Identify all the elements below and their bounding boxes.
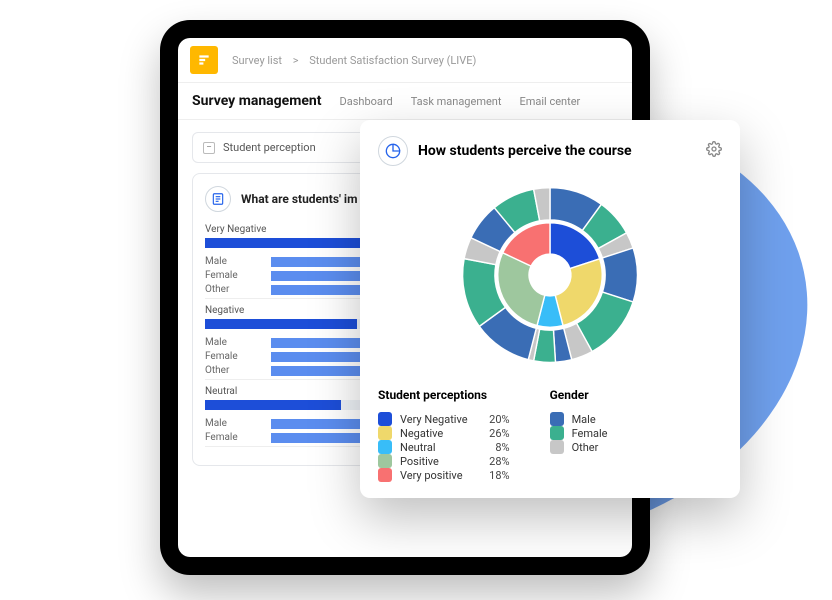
top-bar: Survey list > Student Satisfaction Surve… bbox=[178, 38, 632, 83]
legend-swatch bbox=[550, 412, 564, 426]
legend-row: Very Negative 20% bbox=[378, 412, 510, 426]
sunburst-chart bbox=[378, 180, 722, 370]
pie-chart-icon bbox=[385, 143, 401, 159]
section-title: Student perception bbox=[223, 141, 316, 154]
question-title: What are students' im bbox=[241, 192, 357, 206]
gear-icon bbox=[706, 141, 722, 157]
legend-swatch bbox=[378, 426, 392, 440]
tab-email-center[interactable]: Email center bbox=[519, 95, 580, 108]
legend-label: Negative bbox=[400, 427, 443, 440]
legend-pct: 18% bbox=[476, 469, 510, 482]
legend-label: Very Negative bbox=[400, 413, 468, 426]
chart-icon-wrap bbox=[378, 136, 408, 166]
legend-label: Female bbox=[572, 427, 608, 440]
popup-title: How students perceive the course bbox=[418, 143, 696, 159]
collapse-icon[interactable]: − bbox=[203, 142, 215, 154]
sub-label: Other bbox=[205, 365, 261, 376]
legend-swatch bbox=[378, 468, 392, 482]
settings-button[interactable] bbox=[706, 141, 722, 161]
breadcrumb-current[interactable]: Student Satisfaction Survey (LIVE) bbox=[309, 54, 476, 67]
sub-label: Female bbox=[205, 270, 261, 281]
legend-b-title: Gender bbox=[550, 388, 608, 402]
legend-row: Other bbox=[550, 440, 608, 454]
legend-row: Male bbox=[550, 412, 608, 426]
document-icon bbox=[211, 192, 225, 206]
breadcrumb[interactable]: Survey list > Student Satisfaction Surve… bbox=[228, 54, 480, 67]
sub-label: Male bbox=[205, 418, 261, 429]
legend-perceptions: Student perceptions Very Negative20%Nega… bbox=[378, 388, 510, 482]
sub-label: Male bbox=[205, 337, 261, 348]
page-title: Survey management bbox=[192, 93, 322, 109]
legend-row: Very positive 18% bbox=[378, 468, 510, 482]
legend-label: Male bbox=[572, 413, 596, 426]
legend-row: Negative 26% bbox=[378, 426, 510, 440]
question-icon bbox=[205, 186, 231, 212]
legend-swatch bbox=[378, 440, 392, 454]
legend-pct: 28% bbox=[476, 455, 510, 468]
legend-pct: 8% bbox=[476, 441, 510, 454]
tab-task-management[interactable]: Task management bbox=[411, 95, 502, 108]
legend-row: Positive 28% bbox=[378, 454, 510, 468]
legend-label: Neutral bbox=[400, 441, 436, 454]
tab-dashboard[interactable]: Dashboard bbox=[340, 95, 393, 108]
logo-icon bbox=[197, 53, 211, 67]
legend-swatch bbox=[550, 426, 564, 440]
legend-row: Female bbox=[550, 426, 608, 440]
legend-a-title: Student perceptions bbox=[378, 388, 510, 402]
sub-label: Female bbox=[205, 351, 261, 362]
sub-label: Male bbox=[205, 256, 261, 267]
legend-pct: 26% bbox=[476, 427, 510, 440]
legend-gender: Gender MaleFemaleOther bbox=[550, 388, 608, 482]
legend-label: Very positive bbox=[400, 469, 463, 482]
breadcrumb-sep: > bbox=[293, 54, 299, 67]
legend-pct: 20% bbox=[476, 413, 510, 426]
popup-header: How students perceive the course bbox=[378, 136, 722, 166]
sub-label: Other bbox=[205, 284, 261, 295]
legend-swatch bbox=[378, 454, 392, 468]
app-logo[interactable] bbox=[190, 46, 218, 74]
legend-swatch bbox=[550, 440, 564, 454]
breadcrumb-root[interactable]: Survey list bbox=[232, 54, 282, 67]
legend-label: Positive bbox=[400, 455, 439, 468]
legends: Student perceptions Very Negative20%Nega… bbox=[378, 388, 722, 482]
sunburst-svg bbox=[455, 180, 645, 370]
legend-row: Neutral 8% bbox=[378, 440, 510, 454]
legend-label: Other bbox=[572, 441, 599, 454]
legend-swatch bbox=[378, 412, 392, 426]
sub-label: Female bbox=[205, 432, 261, 443]
chart-popup: How students perceive the course Student… bbox=[360, 120, 740, 498]
tab-row: Survey management Dashboard Task managem… bbox=[178, 83, 632, 120]
